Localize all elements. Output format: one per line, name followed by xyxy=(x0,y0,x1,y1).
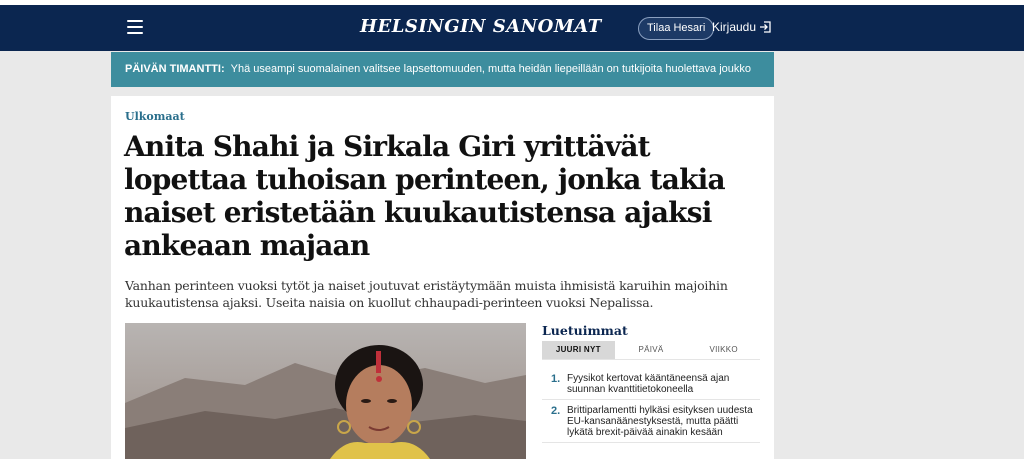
menu-icon[interactable] xyxy=(127,20,143,34)
list-item-number: 2. xyxy=(551,405,561,417)
login-icon[interactable] xyxy=(759,21,771,33)
site-logo[interactable]: HELSINGIN SANOMAT xyxy=(360,16,601,37)
list-item-number: 1. xyxy=(551,373,561,385)
tab-juuri-nyt[interactable]: JUURI NYT xyxy=(542,341,615,359)
most-read-tabs: JUURI NYT PÄIVÄ VIIKKO xyxy=(542,341,760,360)
most-read-title: Luetuimmat xyxy=(542,323,628,338)
promo-text[interactable]: Yhä useampi suomalainen valitsee lapsett… xyxy=(231,63,751,75)
subscribe-button[interactable]: Tilaa Hesari xyxy=(638,17,715,40)
list-item[interactable]: 1. Fyysikot kertovat kääntäneensä ajan s… xyxy=(542,368,760,400)
login-link[interactable]: Kirjaudu xyxy=(712,20,756,34)
article-container: Ulkomaat Anita Shahi ja Sirkala Giri yri… xyxy=(111,96,774,459)
site-header: HELSINGIN SANOMAT Tilaa Hesari Kirjaudu xyxy=(0,5,1024,51)
tab-viikko[interactable]: VIIKKO xyxy=(687,341,760,359)
article-photo[interactable] xyxy=(125,323,526,459)
list-item-title[interactable]: Brittiparlamentti hylkäsi esityksen uude… xyxy=(567,405,760,438)
list-item[interactable]: 2. Brittiparlamentti hylkäsi esityksen u… xyxy=(542,400,760,443)
list-item-title[interactable]: Fyysikot kertovat kääntäneensä ajan suun… xyxy=(567,373,760,395)
article-lead: Vanhan perinteen vuoksi tytöt ja naiset … xyxy=(125,278,728,310)
most-read-panel: Luetuimmat JUURI NYT PÄIVÄ VIIKKO 1. Fyy… xyxy=(542,323,760,443)
tab-paiva[interactable]: PÄIVÄ xyxy=(615,341,688,359)
article-headline: Anita Shahi ja Sirkala Giri yrittävät lo… xyxy=(124,130,726,262)
most-read-list: 1. Fyysikot kertovat kääntäneensä ajan s… xyxy=(542,368,760,443)
article-category[interactable]: Ulkomaat xyxy=(125,110,185,123)
promo-label: PÄIVÄN TIMANTTI: xyxy=(125,63,225,75)
promo-banner[interactable]: PÄIVÄN TIMANTTI: Yhä useampi suomalainen … xyxy=(111,52,774,87)
